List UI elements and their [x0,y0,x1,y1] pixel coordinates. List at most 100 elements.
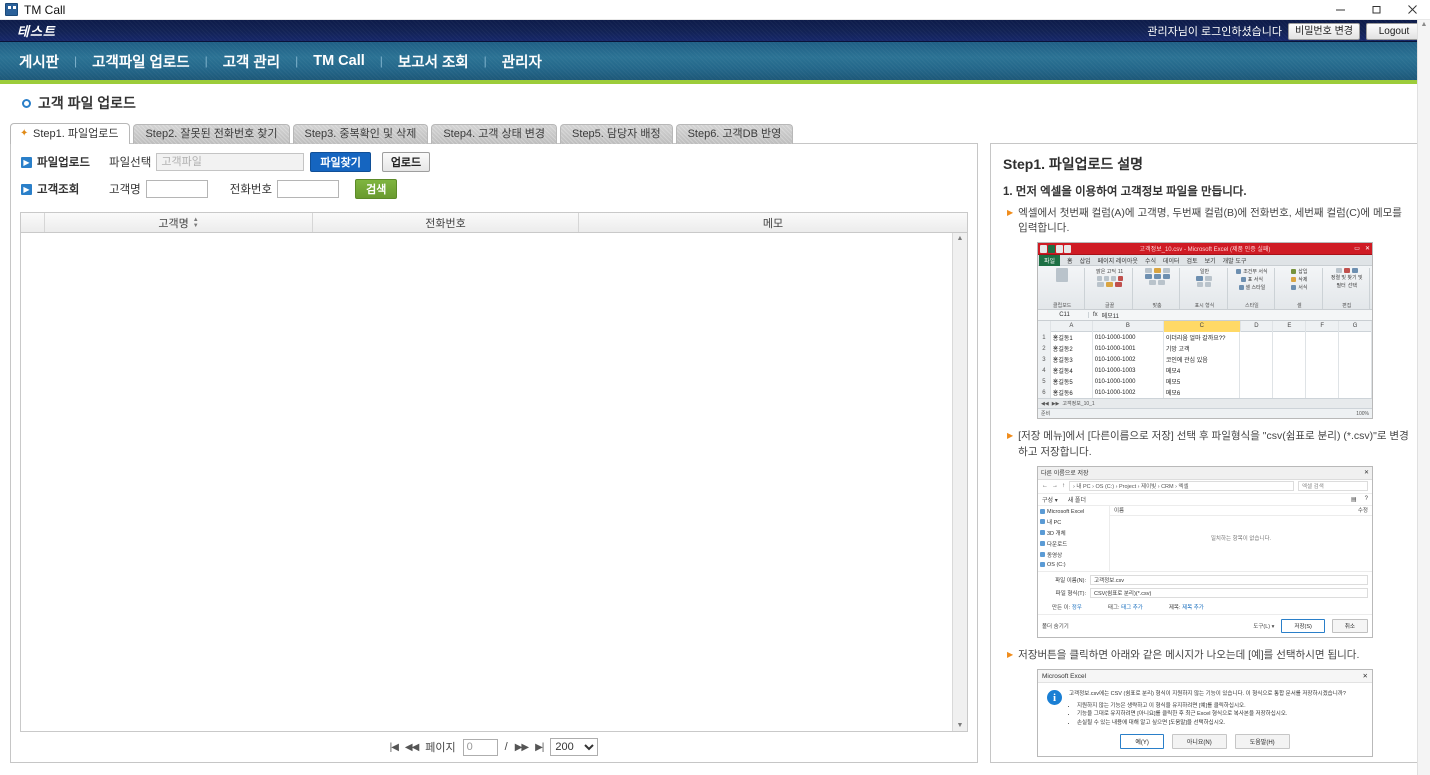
page-number-input[interactable] [462,738,498,756]
excel-zoom-level[interactable]: 100% [1356,411,1369,417]
sheet-nav-prev-icon[interactable]: ▶▶ [1052,401,1060,407]
grid-column-phone[interactable]: 전화번호 [313,213,579,232]
nav-item-customer-file-upload[interactable]: 고객파일 업로드 [90,51,191,72]
help-icon[interactable]: ? [1365,496,1368,503]
excel-cell-memo[interactable]: 메모5 [1164,376,1241,388]
upload-button[interactable]: 업로드 [381,152,431,172]
excel-cell-name[interactable]: 홍길동1 [1051,332,1093,344]
saveas-cancel-button[interactable]: 취소 [1331,618,1368,633]
browse-file-button[interactable]: 파일찾기 [310,152,371,172]
sidebar-item-videos[interactable]: 동영상 [1040,551,1107,559]
messagebox-no-button[interactable]: 아니요(N) [1171,734,1227,750]
change-password-button[interactable]: 비밀번호 변경 [1288,22,1360,40]
excel-tab-formula[interactable]: 수식 [1145,256,1156,265]
view-icon[interactable]: ▤ [1351,496,1357,503]
tab-step5[interactable]: Step5. 담당자 배정 [560,124,673,144]
nav-item-customer-management[interactable]: 고객 관리 [221,51,282,72]
excel-tab-layout[interactable]: 페이지 레이아웃 [1098,256,1138,265]
next-page-button[interactable]: ▶▶ [515,742,529,753]
excel-cell-phone[interactable]: 010-1000-1002 [1093,387,1164,399]
messagebox-yes-button[interactable]: 예(Y) [1120,734,1164,750]
scroll-down-icon[interactable]: ▼ [957,720,964,731]
excel-cell-memo[interactable]: 메모4 [1164,365,1241,377]
excel-tab-developer[interactable]: 개발 도구 [1223,256,1247,265]
excel-cell-memo[interactable]: 코인에 관심 있음 [1164,354,1241,366]
sidebar-item-3d[interactable]: 3D 개체 [1040,529,1107,537]
excel-cell-name[interactable]: 홍길동3 [1051,354,1093,366]
saveas-organize-button[interactable]: 구성 ▾ [1042,495,1058,504]
saveas-filetype-select[interactable]: CSV(쉼표로 분리)(*.csv) [1090,587,1368,598]
sidebar-item-os-drive[interactable]: OS (C:) [1040,562,1107,568]
excel-cell-phone[interactable]: 010-1000-1002 [1093,354,1164,366]
messagebox-help-button[interactable]: 도움말(H) [1234,734,1290,750]
sidebar-item-downloads[interactable]: 다운로드 [1040,540,1107,548]
excel-cell-name[interactable]: 홍길동4 [1051,365,1093,377]
excel-cell-memo[interactable]: 메모6 [1164,387,1241,399]
excel-file-tab[interactable]: 파일 [1039,254,1061,266]
excel-cell-phone[interactable]: 010-1000-1001 [1093,343,1164,355]
excel-col-a[interactable]: A [1051,320,1093,332]
excel-col-d[interactable]: D [1241,320,1274,332]
tab-step6[interactable]: Step6. 고객DB 반영 [675,124,794,144]
nav-item-admin[interactable]: 관리자 [500,51,544,72]
first-page-button[interactable]: |◀ [390,742,399,753]
excel-tab-data[interactable]: 데이터 [1163,256,1180,265]
excel-col-e[interactable]: E [1273,320,1307,332]
nav-item-report[interactable]: 보고서 조회 [396,51,471,72]
excel-name-box[interactable]: C11 [1041,312,1089,319]
saveas-author-value[interactable]: 정우 [1072,605,1082,611]
close-button[interactable] [1394,0,1430,20]
customer-name-input[interactable] [145,180,208,198]
tab-step1[interactable]: ✦ Step1. 파일업로드 [10,123,131,144]
nav-item-tm-call[interactable]: TM Call [311,53,367,69]
excel-cell-name[interactable]: 홍길동5 [1051,376,1093,388]
logout-button[interactable]: Logout [1366,22,1422,40]
excel-col-c[interactable]: C [1163,320,1241,332]
file-path-input[interactable] [156,153,305,171]
up-icon[interactable]: ↑ [1062,483,1065,489]
saveas-hide-folders-button[interactable]: 폴더 숨기기 [1042,622,1069,630]
saveas-tags-value[interactable]: 태그 추가 [1121,605,1143,611]
saveas-tools-button[interactable]: 도구(L) ▾ [1253,622,1274,630]
search-button[interactable]: 검색 [355,179,398,199]
prev-page-button[interactable]: ◀◀ [405,742,419,753]
excel-tab-view[interactable]: 보기 [1205,256,1216,265]
saveas-col-name[interactable]: 이름 [1114,506,1124,514]
saveas-search-input[interactable]: 엑셀 검색 [1298,481,1368,492]
nav-item-board[interactable]: 게시판 [17,51,61,72]
back-icon[interactable]: ← [1042,483,1048,489]
excel-cell-name[interactable]: 홍길동6 [1051,387,1093,399]
tab-step4[interactable]: Step4. 고객 상태 변경 [431,124,558,144]
saveas-col-date[interactable]: 수정 [1358,506,1368,514]
excel-cell-memo[interactable]: 기망 고객 [1164,343,1241,355]
tab-step3[interactable]: Step3. 중복확인 및 삭제 [292,124,429,144]
minimize-button[interactable] [1322,0,1358,20]
excel-tab-review[interactable]: 검토 [1187,256,1198,265]
excel-cell-name[interactable]: 홍길동2 [1051,343,1093,355]
forward-icon[interactable]: → [1052,483,1058,489]
excel-tab-home[interactable]: 홈 [1067,256,1073,265]
excel-formula-value[interactable]: 메모11 [1102,311,1119,320]
grid-column-customer-name[interactable]: 고객명 ▲ ▼ [45,213,313,232]
excel-sheet-tab[interactable]: 고객정보_10_1 [1062,400,1094,407]
phone-input[interactable] [277,180,340,198]
saveas-save-button[interactable]: 저장(S) [1281,618,1325,633]
maximize-button[interactable] [1358,0,1394,20]
sidebar-item-excel[interactable]: Microsoft Excel [1040,509,1107,515]
grid-vertical-scrollbar[interactable]: ▲ ▼ [952,233,967,731]
excel-cell-phone[interactable]: 010-1000-1003 [1093,365,1164,377]
sidebar-item-pc[interactable]: 내 PC [1040,518,1107,526]
excel-col-b[interactable]: B [1093,320,1164,332]
page-size-select[interactable]: 200 [550,738,599,756]
excel-cell-memo[interactable]: 이더리움 얼마 갈까요?? [1164,332,1241,344]
excel-col-g[interactable]: G [1339,320,1372,332]
saveas-close-icon[interactable]: ✕ [1364,469,1369,476]
messagebox-close-icon[interactable]: ✕ [1363,672,1368,680]
saveas-filename-input[interactable]: 고객정보.csv [1090,574,1368,585]
tab-step2[interactable]: Step2. 잘못된 전화번호 찾기 [133,124,290,144]
sheet-nav-first-icon[interactable]: ◀◀ [1041,401,1049,407]
scroll-up-icon[interactable]: ▲ [957,233,964,244]
grid-column-memo[interactable]: 메모 [579,213,967,232]
saveas-breadcrumb[interactable]: › 내 PC › OS (C:) › Project › 제이빛 › CRM ›… [1069,481,1294,492]
last-page-button[interactable]: ▶| [535,742,544,753]
